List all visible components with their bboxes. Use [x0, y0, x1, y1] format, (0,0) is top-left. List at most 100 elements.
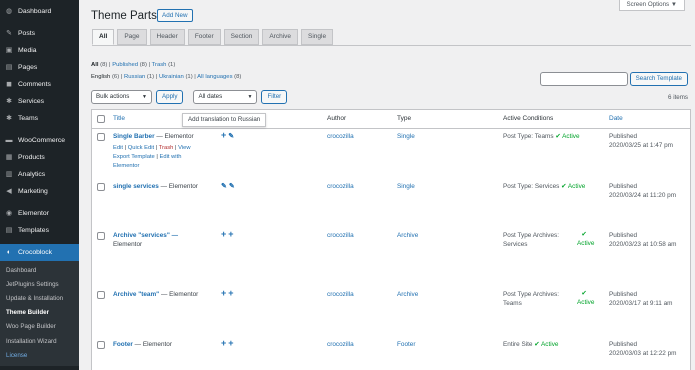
template-suffix: — Elementor: [156, 133, 194, 140]
condition-text-2: Services: [503, 241, 528, 248]
row-checkbox[interactable]: [97, 341, 105, 349]
sidebar-item-elementor[interactable]: ◉ Elementor: [0, 205, 79, 222]
items-count: 6 items: [668, 94, 688, 101]
sidebar-item-woocommerce[interactable]: ▬ WooCommerce: [0, 132, 79, 149]
row-checkbox[interactable]: [97, 232, 105, 240]
type-link[interactable]: Single: [397, 183, 415, 190]
row-actions: Edit | Quick Edit | Trash | View Export …: [113, 145, 191, 169]
trash-link[interactable]: Trash: [159, 145, 174, 151]
filter-russian[interactable]: Russian: [124, 74, 145, 80]
filter-ukrainian[interactable]: Ukrainian: [159, 74, 184, 80]
tab-all[interactable]: All: [92, 29, 115, 45]
screen-options-button[interactable]: Screen Options ▼: [618, 0, 685, 11]
filter-button[interactable]: Filter: [261, 90, 288, 104]
sidebar-item-products[interactable]: ▦ Products: [0, 149, 79, 166]
tab-archive[interactable]: Archive: [262, 29, 298, 45]
dates-value: All dates: [198, 93, 223, 100]
dates-select[interactable]: All dates ▼: [193, 90, 258, 104]
pin-icon: ✎: [6, 29, 12, 37]
row-checkbox[interactable]: [97, 291, 105, 299]
template-title-link[interactable]: Archive "team": [113, 291, 159, 298]
search-input[interactable]: [539, 72, 628, 86]
submenu-license[interactable]: License: [0, 348, 79, 362]
select-all-checkbox[interactable]: [97, 115, 105, 123]
condition-text: Entire Site: [503, 341, 533, 348]
submenu-woo-page-builder[interactable]: Woo Page Builder: [0, 320, 79, 334]
type-link[interactable]: Archive: [397, 291, 418, 298]
author-link[interactable]: crocozilla: [327, 232, 354, 239]
row-checkbox[interactable]: [97, 183, 105, 191]
filter-published[interactable]: Published: [112, 62, 138, 68]
author-link[interactable]: crocozilla: [327, 291, 354, 298]
plus-icon[interactable]: +: [228, 288, 235, 298]
sidebar-item-services[interactable]: ✱ Services: [0, 93, 79, 110]
filter-english[interactable]: English: [91, 74, 110, 80]
sidebar-item-posts[interactable]: ✎ Posts: [0, 25, 79, 42]
edit-link[interactable]: Edit: [113, 145, 123, 151]
apply-button[interactable]: Apply: [156, 90, 184, 104]
submenu-installation-wizard[interactable]: Installation Wizard: [0, 334, 79, 348]
plus-icon[interactable]: +: [228, 338, 235, 348]
translation-tooltip: Add translation to Russian: [182, 113, 267, 127]
row-type: Single: [397, 132, 415, 141]
publish-date: 2020/03/24 at 11:20 pm: [609, 192, 677, 199]
sidebar-item-marketing[interactable]: ◀ Marketing: [0, 183, 79, 200]
submenu-dashboard[interactable]: Dashboard: [0, 263, 79, 277]
sidebar-item-comments[interactable]: ◼ Comments: [0, 76, 79, 93]
table-row: Archive "team" — Elementor ++ crocozilla…: [92, 288, 690, 336]
submenu-jetplugins-settings[interactable]: JetPlugins Settings: [0, 277, 79, 291]
author-link[interactable]: crocozilla: [327, 183, 354, 190]
column-date[interactable]: Date: [609, 115, 623, 122]
status-filters: All (8) | Published (8) | Trash (1): [91, 62, 176, 68]
row-date: Published 2020/03/17 at 9:11 am: [609, 290, 672, 308]
tab-footer[interactable]: Footer: [187, 29, 221, 45]
template-title-link[interactable]: single services: [113, 183, 159, 190]
template-title-link[interactable]: Archive "services" —: [113, 232, 178, 239]
export-template-link[interactable]: Export Template: [113, 154, 155, 160]
sidebar-item-dashboard[interactable]: ◍ Dashboard: [0, 3, 79, 20]
submenu-theme-builder[interactable]: Theme Builder: [0, 306, 79, 320]
view-link[interactable]: View: [178, 145, 190, 151]
filter-all[interactable]: All: [91, 62, 99, 68]
sidebar-item-crocoblock[interactable]: ◐ Crocoblock: [0, 244, 79, 261]
row-checkbox[interactable]: [97, 133, 105, 141]
template-title-link[interactable]: Single Barber: [113, 133, 155, 140]
tab-header[interactable]: Header: [149, 29, 185, 45]
type-link[interactable]: Archive: [397, 232, 418, 239]
row-title: Single Barber — Elementor: [113, 132, 194, 141]
template-title-link[interactable]: Footer: [113, 341, 133, 348]
search-template-button[interactable]: Search Template: [629, 72, 688, 86]
sidebar-item-teams[interactable]: ✱ Teams: [0, 110, 79, 127]
tab-page[interactable]: Page: [117, 29, 147, 45]
pencil-icon[interactable]: ✎: [229, 183, 237, 190]
filter-trash[interactable]: Trash: [152, 62, 167, 68]
type-link[interactable]: Footer: [397, 341, 415, 348]
dashboard-icon: ◍: [5, 7, 13, 15]
pencil-icon[interactable]: ✎: [221, 183, 229, 190]
bulk-actions-select[interactable]: Bulk actions ▼: [91, 90, 152, 104]
row-conditions: Post Type Archives: Teams: [503, 290, 559, 308]
filter-all-languages[interactable]: All languages: [197, 74, 232, 80]
sidebar-item-templates[interactable]: ▤ Templates: [0, 222, 79, 239]
tab-section[interactable]: Section: [223, 29, 260, 45]
author-link[interactable]: crocozilla: [327, 133, 354, 140]
filter-trash-count: (1): [168, 62, 176, 68]
sidebar-item-pages[interactable]: ▤ Pages: [0, 59, 79, 76]
quick-edit-link[interactable]: Quick Edit: [128, 145, 154, 151]
filter-russian-count: (1): [146, 74, 155, 80]
row-type: Single: [397, 182, 415, 191]
plus-icon[interactable]: +: [228, 229, 235, 239]
sidebar-item-label: Crocoblock: [18, 249, 52, 256]
tab-single[interactable]: Single: [301, 29, 334, 45]
row-title: single services — Elementor: [113, 182, 198, 191]
sidebar-item-media[interactable]: ▣ Media: [0, 42, 79, 59]
sidebar-item-analytics[interactable]: ▥ Analytics: [0, 166, 79, 183]
column-title[interactable]: Title: [113, 115, 125, 122]
submenu-update-installation[interactable]: Update & Installation: [0, 291, 79, 305]
type-link[interactable]: Single: [397, 133, 415, 140]
row-date: Published 2020/03/24 at 11:20 pm: [609, 182, 676, 200]
row-date: Published 2020/03/23 at 10:58 am: [609, 231, 677, 249]
pencil-icon[interactable]: ✎: [228, 133, 236, 140]
author-link[interactable]: crocozilla: [327, 341, 354, 348]
add-new-button[interactable]: Add New: [157, 9, 193, 22]
